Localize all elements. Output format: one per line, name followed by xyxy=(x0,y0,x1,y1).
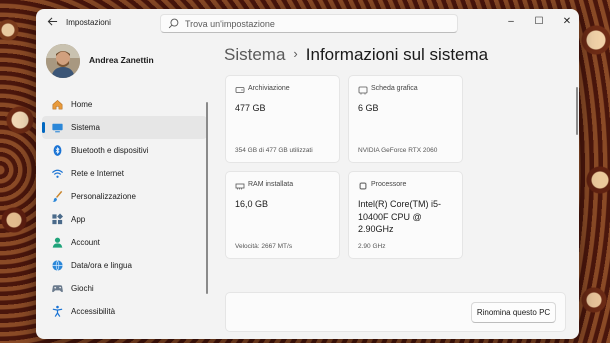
search-icon xyxy=(168,18,179,29)
sidebar-item-accessibilita[interactable]: Accessibilità xyxy=(42,300,207,323)
close-button[interactable]: ✕ xyxy=(556,13,578,31)
sidebar-item-label: Rete e Internet xyxy=(71,169,124,178)
card-detail: Velocità: 2667 MT/s xyxy=(235,243,293,250)
storage-icon xyxy=(235,87,245,93)
card-caption: Scheda grafica xyxy=(371,85,418,92)
accessibility-icon xyxy=(52,305,63,317)
ram-icon xyxy=(235,183,245,190)
account-icon xyxy=(52,237,63,248)
sidebar-item-label: App xyxy=(71,215,86,224)
globe-clock-icon xyxy=(52,260,63,272)
sidebar-item-home[interactable]: Home xyxy=(42,93,207,116)
sidebar-scrollbar[interactable] xyxy=(206,102,208,294)
brush-icon xyxy=(52,190,63,202)
app-title: Impostazioni xyxy=(66,18,111,27)
apps-icon xyxy=(52,213,64,225)
maximize-button[interactable]: ☐ xyxy=(528,13,550,31)
minimize-button[interactable]: – xyxy=(500,13,522,31)
ram-card[interactable]: RAM installata 16,0 GB Velocità: 2667 MT… xyxy=(225,171,340,259)
search-input[interactable] xyxy=(185,17,445,31)
system-icon xyxy=(52,123,63,133)
storage-card[interactable]: Archiviazione 477 GB 354 GB di 477 GB ut… xyxy=(225,75,340,163)
cpu-icon xyxy=(359,182,367,190)
card-detail: 354 GB di 477 GB utilizzati xyxy=(235,147,313,154)
sidebar-item-label: Bluetooth e dispositivi xyxy=(71,146,149,155)
sidebar-item-rete[interactable]: Rete e Internet xyxy=(42,162,207,185)
card-caption: Archiviazione xyxy=(248,85,290,92)
sidebar-item-label: Sistema xyxy=(71,123,100,132)
sidebar-item-label: Account xyxy=(71,238,100,247)
wifi-icon xyxy=(51,169,64,178)
sidebar-nav: Home Sistema Bluetooth e dispositivi Ret… xyxy=(42,93,207,323)
card-detail: NVIDIA GeForce RTX 2060 xyxy=(358,147,438,154)
sidebar-item-sistema[interactable]: Sistema xyxy=(42,116,207,139)
cpu-card[interactable]: Processore Intel(R) Core(TM) i5-10400F C… xyxy=(348,171,463,259)
breadcrumb-parent[interactable]: Sistema xyxy=(224,45,285,64)
sidebar-item-label: Giochi xyxy=(71,284,94,293)
sidebar-item-label: Home xyxy=(71,100,93,109)
title-bar: Impostazioni – ☐ ✕ xyxy=(36,9,579,37)
home-icon xyxy=(52,99,63,110)
sidebar-item-personalizzazione[interactable]: Personalizzazione xyxy=(42,185,207,208)
sidebar-item-bluetooth[interactable]: Bluetooth e dispositivi xyxy=(42,139,207,162)
breadcrumb-separator: › xyxy=(293,46,298,61)
breadcrumb: Sistema › Informazioni sul sistema xyxy=(224,45,488,67)
sidebar-item-label: Personalizzazione xyxy=(71,192,136,201)
sidebar-item-giochi[interactable]: Giochi xyxy=(42,277,207,300)
search-box[interactable] xyxy=(160,14,458,33)
settings-window: Impostazioni – ☐ ✕ Andrea Zanettin Home … xyxy=(36,9,579,339)
gpu-icon xyxy=(358,86,368,95)
gpu-card[interactable]: Scheda grafica 6 GB NVIDIA GeForce RTX 2… xyxy=(348,75,463,163)
card-detail: 2.90 GHz xyxy=(358,243,386,250)
sidebar-item-app[interactable]: App xyxy=(42,208,207,231)
card-value: 477 GB xyxy=(235,103,266,113)
card-value: 16,0 GB xyxy=(235,199,269,209)
back-button[interactable] xyxy=(44,15,60,31)
sidebar-item-data-ora[interactable]: Data/ora e lingua xyxy=(42,254,207,277)
main-scrollbar[interactable] xyxy=(576,87,578,135)
back-arrow-icon xyxy=(47,17,57,26)
rename-section: Rinomina questo PC xyxy=(225,292,566,332)
page-title: Informazioni sul sistema xyxy=(305,45,489,64)
avatar[interactable] xyxy=(46,44,80,78)
card-value: 6 GB xyxy=(358,103,379,113)
sidebar-item-label: Data/ora e lingua xyxy=(71,261,132,270)
rename-pc-button[interactable]: Rinomina questo PC xyxy=(471,302,556,323)
bluetooth-icon xyxy=(53,145,62,156)
sidebar-item-account[interactable]: Account xyxy=(42,231,207,254)
card-caption: Processore xyxy=(371,181,407,188)
card-caption: RAM installata xyxy=(248,181,294,188)
user-name: Andrea Zanettin xyxy=(89,55,154,65)
gamepad-icon xyxy=(52,285,63,293)
sidebar-item-label: Accessibilità xyxy=(71,307,116,316)
avatar-photo-icon xyxy=(46,44,80,78)
card-value: Intel(R) Core(TM) i5-10400F CPU @ 2.90GH… xyxy=(358,199,442,234)
